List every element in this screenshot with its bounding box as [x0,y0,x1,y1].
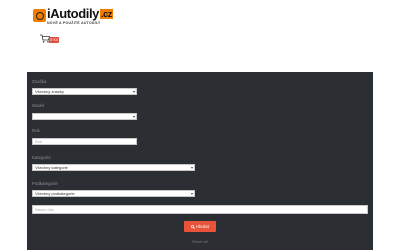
brand-select-value: Všechny značky [35,89,64,94]
logo-tagline: NOVÉ A POUŽITÉ AUTODÍLY [47,21,101,25]
logo-wordmark: iAutodily .cz [47,7,113,21]
category-select[interactable]: Všechny kategorie [32,164,195,171]
cart-count-badge[interactable]: 0 Kč [49,37,59,43]
year-input[interactable]: Rok [32,138,137,145]
search-icon [191,224,195,229]
search-filter-panel: Značka Všechny značky Model Rok Rok Kate… [27,72,373,250]
logo-mark-icon [33,9,46,22]
year-label: Rok [32,128,40,133]
search-button[interactable]: Hledat [184,221,216,232]
subcategory-select[interactable]: Všechny podkategorie [32,190,195,197]
model-select[interactable] [32,113,137,120]
chevron-down-icon [133,115,135,118]
site-logo[interactable]: iAutodily .cz NOVÉ A POUŽITÉ AUTODÍLY [33,7,113,27]
brand-select[interactable]: Všechny značky [32,88,137,95]
category-label: Kategorie [32,155,51,160]
logo-name: iAutodily [47,6,100,21]
chevron-down-icon [133,90,135,93]
brand-label: Značka [32,79,47,84]
subcategory-select-value: Všechny podkategorie [35,191,75,196]
reset-all-link[interactable]: Reset all [187,239,213,244]
model-label: Model [32,103,44,108]
subcategory-label: Podkategorie [32,181,58,186]
category-select-value: Všechny kategorie [35,165,68,170]
chevron-down-icon [191,192,193,195]
search-button-label: Hledat [196,224,209,229]
logo-tld: .cz [100,9,113,19]
chevron-down-icon [191,166,193,169]
part-name-search-input[interactable]: Název dílu [32,205,368,214]
